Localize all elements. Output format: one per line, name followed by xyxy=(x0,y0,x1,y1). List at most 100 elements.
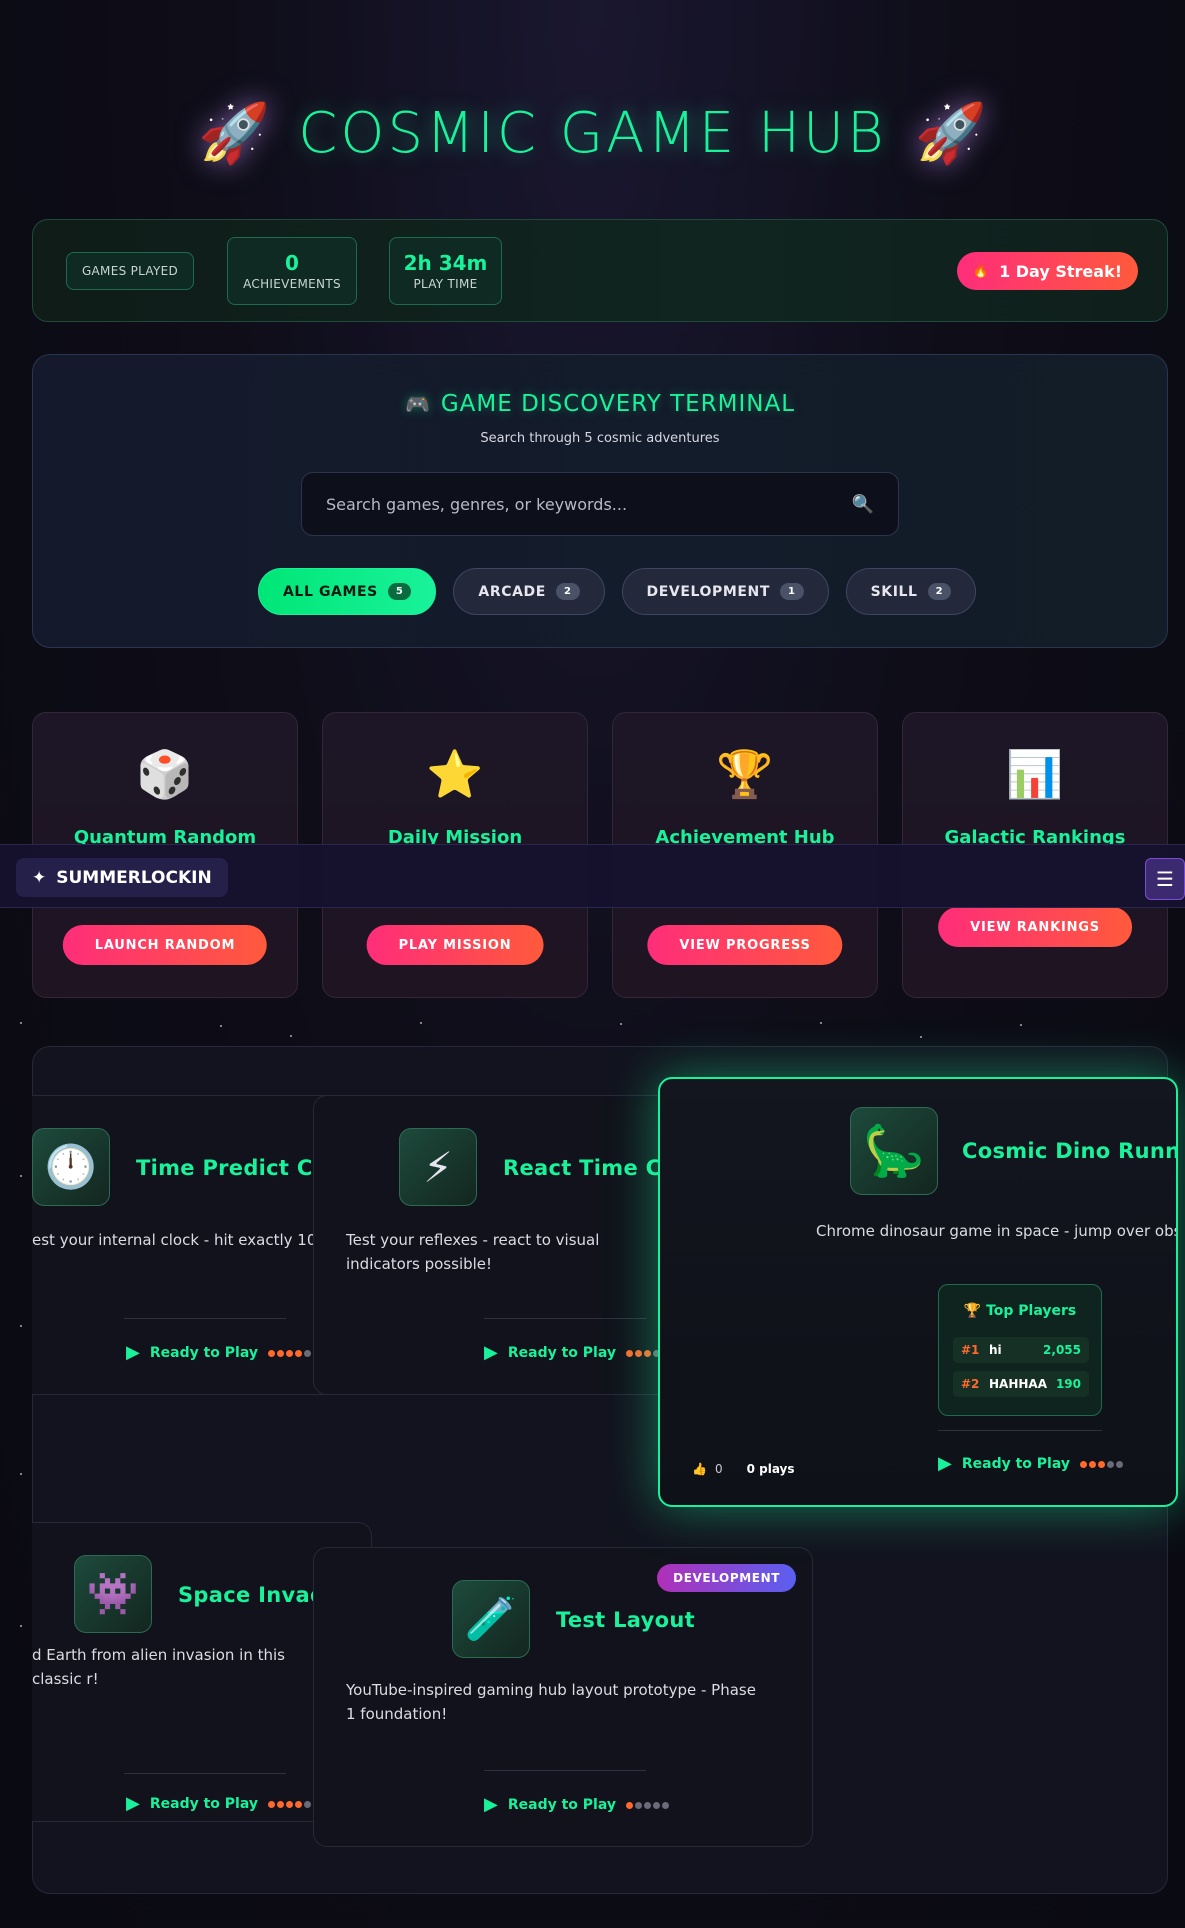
achievements-stat: 0 ACHIEVEMENTS xyxy=(227,237,357,305)
thumbs-up-icon[interactable]: 👍 xyxy=(692,1462,707,1476)
test-tube-icon: 🧪 xyxy=(452,1580,530,1658)
star-dot xyxy=(1020,1024,1022,1026)
brand-button[interactable]: ✦ SUMMERLOCKIN xyxy=(16,858,228,897)
game-title: React Time Challenge xyxy=(503,1156,672,1180)
achievements-label: ACHIEVEMENTS xyxy=(243,277,341,291)
game-card-cosmic-dino[interactable]: 🦕 Cosmic Dino Runner Chrome dinosaur gam… xyxy=(658,1077,1178,1507)
alien-icon: 👾 xyxy=(74,1555,152,1633)
discovery-subtitle: Search through 5 cosmic adventures xyxy=(480,431,720,446)
game-description: Test your reflexes - react to visual ind… xyxy=(346,1231,600,1273)
filter-skill[interactable]: SKILL 2 xyxy=(845,568,977,615)
filter-arcade[interactable]: ARCADE 2 xyxy=(453,568,605,615)
lightning-icon: ⚡ xyxy=(399,1128,477,1206)
divider xyxy=(484,1770,646,1771)
filter-count: 2 xyxy=(555,583,580,600)
fire-icon: 🔥 xyxy=(972,263,990,279)
dinosaur-icon: 🦕 xyxy=(850,1107,938,1195)
ready-label: Ready to Play xyxy=(149,1344,258,1361)
top-players-panel: 🏆 Top Players #1 hi 2,055 #2 HAHHAA 190 xyxy=(938,1284,1102,1416)
game-title: Cosmic Dino Runner xyxy=(962,1139,1176,1163)
search-icon[interactable]: 🔍 xyxy=(852,494,874,515)
difficulty-dots xyxy=(625,1797,671,1813)
stats-bar: GAMES PLAYED 0 ACHIEVEMENTS 2h 34m PLAY … xyxy=(32,219,1168,322)
ready-status[interactable]: ▶ Ready to Play xyxy=(484,1794,671,1815)
dice-icon: 🎲 xyxy=(136,747,194,801)
play-icon: ▶ xyxy=(938,1453,952,1474)
filter-all-games[interactable]: ALL GAMES 5 xyxy=(258,568,437,615)
play-icon: ▶ xyxy=(484,1794,498,1815)
view-rankings-button[interactable]: VIEW RANKINGS xyxy=(938,907,1132,947)
play-count: 0 plays xyxy=(746,1462,795,1476)
filter-label: ARCADE xyxy=(478,583,546,600)
difficulty-dots xyxy=(267,1345,313,1361)
player-name: HAHHAA xyxy=(989,1377,1047,1391)
player-rank: #1 xyxy=(961,1343,980,1357)
divider xyxy=(938,1430,1102,1431)
sparkle-icon: ✦ xyxy=(32,867,47,888)
star-dot xyxy=(20,1175,22,1177)
star-dot xyxy=(420,1022,422,1024)
divider xyxy=(484,1318,646,1319)
navbar: ✦ SUMMERLOCKIN ☰ xyxy=(0,844,1185,908)
filter-label: DEVELOPMENT xyxy=(646,583,771,600)
ready-status[interactable]: ▶ Ready to Play xyxy=(484,1342,671,1363)
star-dot xyxy=(20,1022,22,1024)
star-dot xyxy=(20,1625,22,1627)
play-time-label: PLAY TIME xyxy=(413,277,478,291)
filter-label: ALL GAMES xyxy=(283,583,378,600)
ready-status[interactable]: ▶ Ready to Play xyxy=(126,1342,313,1363)
star-dot xyxy=(20,1473,22,1475)
player-name: hi xyxy=(989,1343,1002,1357)
play-time-stat: 2h 34m PLAY TIME xyxy=(389,237,502,305)
player-rank: #2 xyxy=(961,1377,980,1391)
play-icon: ▶ xyxy=(126,1793,140,1814)
filter-count: 2 xyxy=(927,583,952,600)
clock-icon: 🕛 xyxy=(32,1128,110,1206)
play-icon: ▶ xyxy=(126,1342,140,1363)
menu-button[interactable]: ☰ xyxy=(1145,858,1185,900)
streak-text: 1 Day Streak! xyxy=(999,261,1122,281)
page-title: COSMIC GAME HUB xyxy=(298,100,887,166)
play-time-value: 2h 34m xyxy=(403,251,488,275)
star-icon: ⭐ xyxy=(426,747,484,801)
card-meta: 👍 0 0 plays xyxy=(692,1462,795,1476)
leaderboard-row: #2 HAHHAA 190 xyxy=(953,1371,1089,1397)
streak-badge: 🔥 1 Day Streak! xyxy=(956,252,1138,290)
rocket-icon: 🚀 xyxy=(914,99,987,167)
game-card-test-layout[interactable]: DEVELOPMENT 🧪 Test Layout YouTube-inspir… xyxy=(313,1547,813,1847)
game-card-react-time[interactable]: ⚡ React Time Challenge Test your reflexe… xyxy=(313,1095,673,1395)
star-dot xyxy=(290,1035,292,1037)
ready-label: Ready to Play xyxy=(507,1796,616,1813)
top-players-title-text: Top Players xyxy=(986,1303,1077,1319)
filter-count: 5 xyxy=(387,583,412,600)
filter-chips: ALL GAMES 5 ARCADE 2 DEVELOPMENT 1 SKILL… xyxy=(258,568,977,615)
trophy-icon: 🏆 xyxy=(716,747,774,801)
discovery-title-text: GAME DISCOVERY TERMINAL xyxy=(440,391,796,417)
ready-label: Ready to Play xyxy=(961,1455,1070,1472)
games-played-stat: GAMES PLAYED xyxy=(66,252,194,290)
launch-random-button[interactable]: LAUNCH RANDOM xyxy=(62,925,268,965)
star-dot xyxy=(220,1025,222,1027)
ready-status[interactable]: ▶ Ready to Play xyxy=(938,1453,1125,1474)
filter-development[interactable]: DEVELOPMENT 1 xyxy=(621,568,829,615)
like-count: 0 xyxy=(714,1462,723,1476)
difficulty-dots xyxy=(267,1796,313,1812)
bar-chart-icon: 📊 xyxy=(1006,747,1064,801)
filter-label: SKILL xyxy=(870,583,918,600)
ready-status[interactable]: ▶ Ready to Play xyxy=(126,1793,313,1814)
search-input[interactable] xyxy=(326,494,806,514)
category-badge: DEVELOPMENT xyxy=(657,1564,796,1592)
game-description: YouTube-inspired gaming hub layout proto… xyxy=(346,1681,756,1723)
game-description: d Earth from alien invasion in this clas… xyxy=(32,1646,285,1688)
leaderboard-row: #1 hi 2,055 xyxy=(953,1337,1089,1363)
divider xyxy=(124,1318,286,1319)
view-progress-button[interactable]: VIEW PROGRESS xyxy=(647,925,843,965)
page-header: 🚀 COSMIC GAME HUB 🚀 xyxy=(0,88,1185,178)
player-score: 190 xyxy=(1055,1377,1081,1391)
top-players-title: 🏆 Top Players xyxy=(939,1303,1101,1319)
play-mission-button[interactable]: PLAY MISSION xyxy=(366,925,544,965)
game-discovery-panel: 🎮 GAME DISCOVERY TERMINAL Search through … xyxy=(32,354,1168,648)
ready-label: Ready to Play xyxy=(507,1344,616,1361)
brand-name: SUMMERLOCKIN xyxy=(56,867,212,888)
play-icon: ▶ xyxy=(484,1342,498,1363)
